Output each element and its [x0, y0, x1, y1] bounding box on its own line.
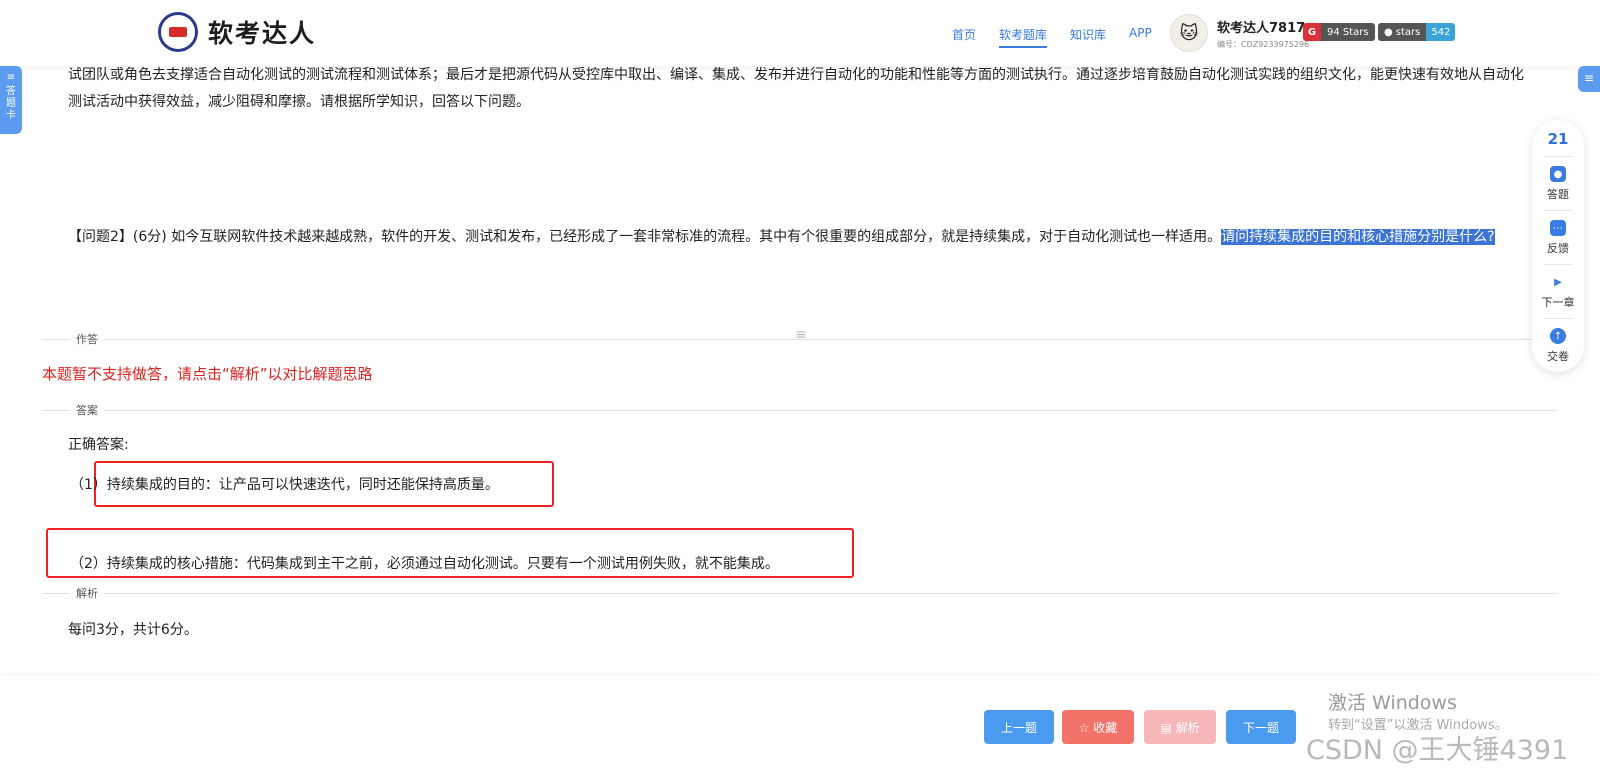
avatar[interactable]: 🐱 — [1170, 14, 1208, 52]
next-question-button[interactable]: 下一题 — [1226, 710, 1296, 744]
csdn-watermark: CSDN @王大锤4391 — [1306, 735, 1569, 766]
divider-analysis — [42, 593, 1557, 594]
answer-title: 正确答案: — [68, 437, 129, 453]
answer-card-tab[interactable]: ≡ 答题卡 — [0, 66, 22, 134]
header-bar: 软考达人 首页 软考题库 知识库 APP 🐱 软考达人7817 编号：CDZ92… — [0, 0, 1600, 66]
menu-icon: ≡ — [6, 72, 16, 83]
favorite-button[interactable]: ☆ 收藏 — [1062, 710, 1134, 744]
nav-question-bank[interactable]: 软考题库 — [999, 26, 1048, 48]
divider-answer — [42, 410, 1557, 411]
menu-icon: ≡ — [1583, 71, 1595, 85]
submit-button[interactable]: ↑ 交卷 — [1547, 328, 1569, 364]
windows-activation-watermark: 激活 Windows — [1328, 692, 1457, 714]
answer-button[interactable]: ● 答题 — [1547, 166, 1569, 202]
section-label-answer: 答案 — [70, 402, 104, 418]
answer-card-label: 答题卡 — [6, 86, 16, 121]
nav-app[interactable]: APP — [1129, 26, 1152, 43]
next-chapter-button[interactable]: ▶ 下一章 — [1542, 274, 1575, 310]
question-intro: 试团队或角色去支撑适合自动化测试的测试流程和测试体系；最后才是把源代码从受控库中… — [68, 67, 1524, 110]
gitee-icon: G — [1303, 23, 1321, 41]
feedback-button[interactable]: ⋯ 反馈 — [1547, 220, 1569, 256]
section-label-analysis: 解析 — [70, 585, 104, 601]
question-2: 【问题2】(6分) 如今互联网软件技术越来越成熟，软件的开发、测试和发布，已经形… — [68, 224, 1528, 251]
github-icon: ● — [1384, 26, 1393, 38]
user-name: 软考达人7817 — [1217, 20, 1306, 36]
unsupported-notice: 本题暂不支持做答，请点击“解析”以对比解题思路 — [42, 365, 373, 383]
bottom-action-bar: 上一题 ☆ 收藏 ▤ 解析 下一题 激活 Windows 转到“设置”以激活 W… — [0, 676, 1600, 773]
logo-text: 软考达人 — [208, 19, 317, 48]
answer-line-1: （1）持续集成的目的：让产品可以快速迭代，同时还能保持高质量。 — [70, 477, 499, 493]
drag-handle-icon[interactable]: ≡ — [792, 328, 810, 342]
floating-tool-panel: 21 ● 答题 ⋯ 反馈 ▶ 下一章 ↑ 交卷 — [1532, 120, 1584, 372]
chat-icon: ● — [1550, 166, 1566, 182]
section-label-zuoda: 作答 — [70, 331, 104, 347]
analysis-text: 每问3分，共计6分。 — [68, 622, 198, 638]
user-profile[interactable]: 🐱 软考达人7817 编号：CDZ9233975296 — [1170, 14, 1309, 52]
gitee-stars-text: 94 Stars — [1321, 23, 1375, 41]
analysis-button[interactable]: ▤ 解析 — [1144, 710, 1216, 744]
answer-line-2: （2）持续集成的核心措施：代码集成到主干之前，必须通过自动化测试。只要有一个测试… — [70, 556, 779, 572]
top-nav: 首页 软考题库 知识库 APP — [952, 26, 1175, 48]
github-stars-badge[interactable]: ● stars 542 — [1378, 23, 1456, 41]
nav-home[interactable]: 首页 — [952, 26, 976, 43]
question-2-highlight: 请问持续集成的目的和核心措施分别是什么? — [1221, 229, 1495, 245]
github-stars-count: 542 — [1426, 23, 1456, 41]
github-stars-label: ● stars — [1378, 23, 1427, 41]
site-logo[interactable]: 软考达人 — [158, 12, 316, 52]
question-2-text: 【问题2】(6分) 如今互联网软件技术越来越成熟，软件的开发、测试和发布，已经形… — [68, 229, 1222, 245]
user-id: 编号：CDZ9233975296 — [1217, 39, 1310, 49]
question-number: 21 — [1547, 130, 1569, 148]
gitee-stars-badge[interactable]: G 94 Stars — [1303, 23, 1375, 41]
upload-icon: ↑ — [1550, 328, 1566, 344]
right-menu-tab[interactable]: ≡ — [1578, 66, 1600, 92]
question-content: 试团队或角色去支撑适合自动化测试的测试流程和测试体系；最后才是把源代码从受控库中… — [0, 66, 1600, 676]
logo-emblem-icon — [158, 12, 198, 52]
feedback-icon: ⋯ — [1550, 220, 1566, 236]
skip-next-icon: ▶ — [1554, 276, 1562, 288]
prev-question-button[interactable]: 上一题 — [984, 710, 1054, 744]
nav-knowledge-base[interactable]: 知识库 — [1070, 26, 1106, 43]
